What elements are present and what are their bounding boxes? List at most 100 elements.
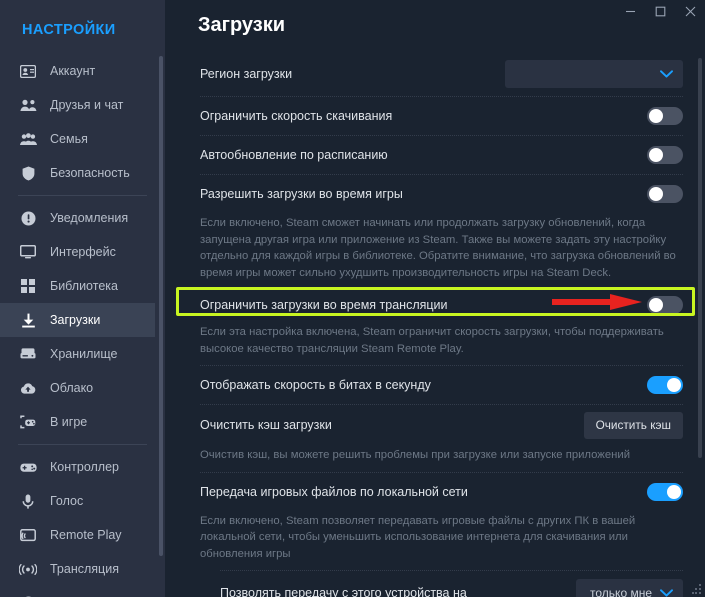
limit-bandwidth-label: Ограничить скорость скачивания	[200, 109, 393, 123]
minimize-icon[interactable]	[615, 0, 645, 22]
sidebar-item-12[interactable]: Контроллер	[0, 450, 165, 484]
sidebar-title: НАСТРОЙКИ	[22, 22, 116, 38]
sidebar-item-13[interactable]: Голос	[0, 484, 165, 518]
auto-update-schedule-toggle[interactable]	[647, 146, 683, 164]
throttle-while-streaming-label: Ограничить загрузки во время трансляции	[200, 297, 448, 312]
resize-grip-dot	[699, 588, 701, 590]
chevron-down-icon	[660, 70, 673, 78]
ingame-icon	[18, 414, 38, 430]
allow-transfer-to-label: Позволять передачу с этого устройства на	[220, 586, 467, 597]
sidebar-item-label: Голос	[50, 494, 84, 508]
setting-row-clear-cache: Очистить кэш загрузки Очистить кэш	[198, 405, 685, 445]
resize-grip[interactable]	[692, 584, 702, 594]
clear-cache-button[interactable]: Очистить кэш	[583, 411, 683, 439]
setting-row-display-bits-per-second: Отображать скорость в битах в секунду	[198, 366, 685, 404]
downloads-during-gameplay-label: Разрешить загрузки во время игры	[200, 187, 403, 201]
throttle-while-streaming-toggle[interactable]	[647, 295, 683, 314]
toggle-knob	[649, 297, 663, 312]
monitor-icon	[18, 244, 38, 260]
settings-sidebar: НАСТРОЙКИ Аккаунт Друзья и чат Семья Безопа…	[0, 0, 165, 597]
window-titlebar	[615, 0, 705, 22]
downloads-during-gameplay-description: Если включено, Steam сможет начинать или…	[200, 217, 676, 279]
sidebar-item-15[interactable]: Трансляция	[0, 552, 165, 586]
bell-alert-icon	[18, 210, 38, 226]
sidebar-item-label: Облако	[50, 381, 94, 395]
clear-cache-description: Очистив кэш, вы можете решить проблемы п…	[200, 449, 631, 461]
sidebar-divider	[18, 195, 147, 196]
resize-grip-dot	[692, 592, 694, 594]
cast-icon	[18, 527, 38, 543]
sidebar-item-label: Интерфейс	[50, 245, 116, 259]
sidebar-item-1[interactable]: Аккаунт	[0, 54, 165, 88]
toggle-knob	[649, 109, 663, 123]
downloads-during-gameplay-toggle[interactable]	[647, 185, 683, 203]
shield-icon	[18, 165, 38, 181]
grid-icon	[18, 278, 38, 294]
sidebar-item-4[interactable]: Безопасность	[0, 156, 165, 190]
sidebar-item-8[interactable]: Загрузки	[0, 303, 155, 337]
cloud-icon	[18, 380, 38, 396]
broadcast-icon	[18, 561, 38, 577]
setting-row-auto-update-schedule: Автообновление по расписанию	[198, 136, 685, 174]
content-scrollbar[interactable]	[698, 58, 702, 458]
sidebar-item-3[interactable]: Семья	[0, 122, 165, 156]
sidebar-item-16[interactable]: Музыка	[0, 586, 165, 597]
throttle-while-streaming-description: Если эта настройка включена, Steam огран…	[200, 326, 664, 355]
lan-transfer-description: Если включено, Steam позволяет передават…	[200, 514, 636, 560]
microphone-icon	[18, 493, 38, 509]
toggle-knob	[667, 378, 681, 392]
sidebar-item-6[interactable]: Интерфейс	[0, 235, 165, 269]
chevron-down-icon	[660, 589, 673, 597]
maximize-icon[interactable]	[645, 0, 675, 22]
sidebar-item-label: Уведомления	[50, 211, 129, 225]
gamepad-icon	[18, 459, 38, 475]
download-region-dropdown[interactable]	[505, 60, 683, 88]
sidebar-divider	[18, 444, 147, 445]
display-bits-per-second-toggle[interactable]	[647, 376, 683, 394]
allow-transfer-to-dropdown[interactable]: только мне	[576, 579, 683, 597]
sidebar-item-9[interactable]: Хранилище	[0, 337, 165, 371]
sidebar-item-label: Библиотека	[50, 279, 118, 293]
steam-settings-window: НАСТРОЙКИ Аккаунт Друзья и чат Семья Безопа…	[0, 0, 705, 597]
toggle-knob	[649, 187, 663, 201]
resize-grip-dot	[699, 592, 701, 594]
sidebar-item-label: Контроллер	[50, 460, 119, 474]
sidebar-item-label: Семья	[50, 132, 88, 146]
lan-transfer-label: Передача игровых файлов по локальной сет…	[200, 484, 468, 499]
resize-grip-dot	[695, 588, 697, 590]
sidebar-item-label: Remote Play	[50, 528, 122, 542]
setting-row-limit-bandwidth: Ограничить скорость скачивания	[198, 97, 685, 135]
settings-content: Регион загрузки Ограничить скорость скач…	[165, 52, 705, 597]
drive-icon	[18, 346, 38, 362]
sidebar-item-11[interactable]: В игре	[0, 405, 165, 439]
sidebar-item-label: Аккаунт	[50, 64, 96, 78]
main-panel: Загрузки Регион загрузки Ограничить скор…	[165, 0, 705, 597]
display-bits-per-second-label: Отображать скорость в битах в секунду	[200, 378, 431, 392]
account-card-icon	[18, 63, 38, 79]
sidebar-item-2[interactable]: Друзья и чат	[0, 88, 165, 122]
sidebar-item-label: Друзья и чат	[50, 98, 124, 112]
sidebar-item-7[interactable]: Библиотека	[0, 269, 165, 303]
allow-transfer-to-value: только мне	[590, 586, 652, 597]
sidebar-item-10[interactable]: Облако	[0, 371, 165, 405]
sidebar-scrollbar[interactable]	[159, 56, 163, 556]
resize-grip-dot	[695, 592, 697, 594]
sidebar-item-14[interactable]: Remote Play	[0, 518, 165, 552]
sidebar-item-5[interactable]: Уведомления	[0, 201, 165, 235]
setting-row-lan-transfer: Передача игровых файлов по локальной сет…	[198, 473, 685, 511]
close-icon[interactable]	[675, 0, 705, 22]
setting-row-download-region: Регион загрузки	[198, 52, 685, 96]
sidebar-item-label: Безопасность	[50, 166, 130, 180]
download-region-label: Регион загрузки	[200, 67, 293, 81]
setting-row-throttle-while-streaming: Ограничить загрузки во время трансляции	[198, 290, 685, 319]
download-icon	[18, 312, 38, 328]
lan-transfer-toggle[interactable]	[647, 482, 683, 501]
resize-grip-dot	[699, 584, 701, 586]
setting-row-allow-transfer-to: Позволять передачу с этого устройства на…	[198, 571, 685, 597]
toggle-knob	[649, 148, 663, 162]
auto-update-schedule-label: Автообновление по расписанию	[200, 148, 388, 162]
sidebar-item-label: В игре	[50, 415, 88, 429]
limit-bandwidth-toggle[interactable]	[647, 107, 683, 125]
sidebar-item-label: Трансляция	[50, 562, 119, 576]
sidebar-item-label: Хранилище	[50, 347, 118, 361]
